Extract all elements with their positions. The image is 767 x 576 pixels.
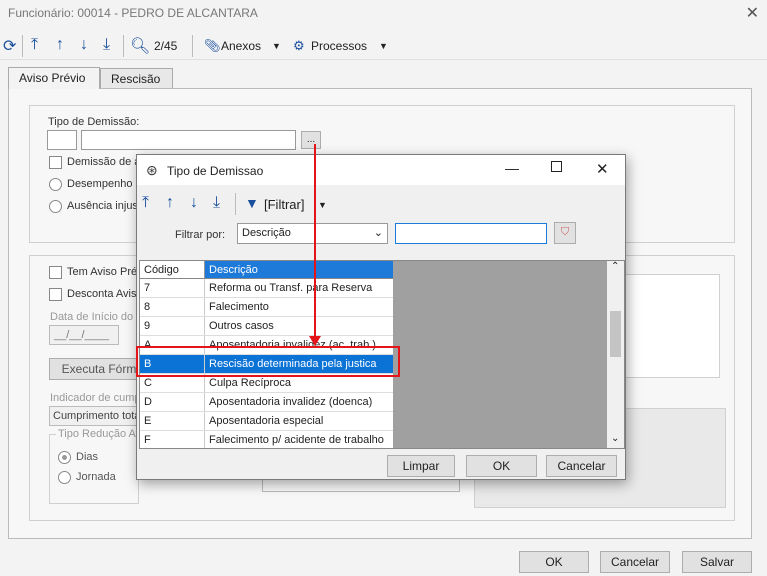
annotation-arrow (309, 144, 321, 346)
tab-aviso-previo[interactable]: Aviso Prévio (8, 67, 100, 89)
annotation-highlight-box (136, 346, 400, 377)
